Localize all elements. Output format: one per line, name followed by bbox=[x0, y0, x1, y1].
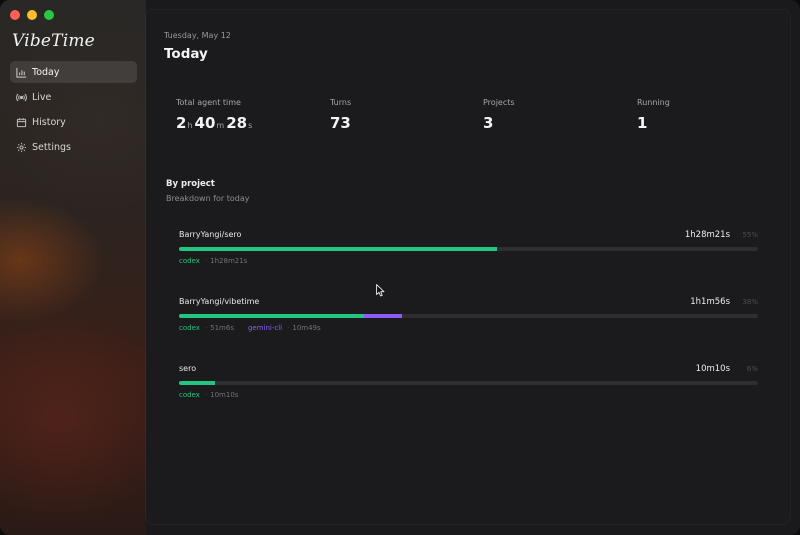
window-controls bbox=[10, 10, 54, 20]
sidebar-item-settings[interactable]: Settings bbox=[10, 136, 137, 158]
hours-unit: h bbox=[187, 121, 193, 130]
stat-label: Turns bbox=[330, 98, 352, 107]
progress-segment-codex bbox=[179, 247, 498, 251]
main-panel: Tuesday, May 12 Today Total agent time 2… bbox=[146, 10, 790, 524]
stat-value: 2h 40m 28s bbox=[176, 114, 254, 132]
app-window: VibeTime Today Live History Settings Tue… bbox=[0, 0, 800, 535]
project-percent: 38% bbox=[742, 298, 758, 306]
stat-projects: Projects 3 bbox=[483, 98, 515, 132]
stat-label: Running bbox=[637, 98, 670, 107]
agent-duration: 51m6s bbox=[210, 324, 234, 332]
stat-total-agent-time: Total agent time 2h 40m 28s bbox=[176, 98, 254, 132]
section-title: By project bbox=[166, 179, 215, 189]
project-name: BarryYangi/sero bbox=[179, 230, 242, 239]
project-total-time: 1h1m56s bbox=[690, 297, 730, 307]
stat-label: Projects bbox=[483, 98, 515, 107]
legend-separator: · bbox=[287, 324, 290, 332]
legend-separator: · bbox=[204, 324, 208, 332]
project-agent-legend: codex · 51m6s gemini-cli · 10m49s bbox=[179, 324, 335, 332]
app-logo: VibeTime bbox=[12, 31, 95, 51]
project-name: sero bbox=[179, 364, 197, 373]
section-subtitle: Breakdown for today bbox=[166, 194, 250, 203]
sidebar-nav: Today Live History Settings bbox=[10, 61, 137, 161]
agent-name: gemini-cli bbox=[247, 324, 283, 332]
project-percent: 6% bbox=[746, 365, 758, 373]
stat-label: Total agent time bbox=[176, 98, 241, 107]
stat-value: 3 bbox=[483, 114, 494, 132]
broadcast-icon bbox=[16, 93, 27, 101]
minutes-unit: m bbox=[216, 121, 225, 130]
project-progress-track bbox=[179, 381, 758, 385]
agent-duration: 10m10s bbox=[210, 391, 239, 399]
agent-name: codex bbox=[179, 257, 200, 265]
sidebar-item-label: Today bbox=[32, 66, 60, 78]
stat-turns: Turns 73 bbox=[330, 98, 351, 132]
sidebar-item-history[interactable]: History bbox=[10, 111, 137, 133]
progress-segment-codex bbox=[179, 381, 216, 385]
progress-segment-gemini-cli bbox=[364, 314, 402, 318]
bar-chart-icon bbox=[16, 67, 27, 78]
zoom-window-button[interactable] bbox=[44, 10, 54, 20]
agent-duration: 10m49s bbox=[292, 324, 321, 332]
minutes-value: 40 bbox=[194, 114, 216, 132]
current-date: Tuesday, May 12 bbox=[164, 31, 231, 40]
project-total-time: 1h28m21s bbox=[684, 230, 730, 240]
progress-segment-codex bbox=[179, 314, 365, 318]
calendar-icon bbox=[16, 117, 27, 127]
project-agent-legend: codex · 1h28m21s bbox=[179, 257, 261, 265]
project-progress-track bbox=[179, 314, 758, 318]
project-name: BarryYangi/vibetime bbox=[179, 297, 260, 306]
seconds-value: 28 bbox=[226, 114, 248, 132]
sidebar: VibeTime Today Live History Settings bbox=[0, 0, 146, 535]
agent-name: codex bbox=[179, 391, 200, 399]
seconds-unit: s bbox=[248, 121, 253, 130]
sidebar-item-label: History bbox=[32, 116, 66, 128]
project-percent: 55% bbox=[742, 231, 758, 239]
sidebar-item-today[interactable]: Today bbox=[10, 61, 137, 83]
page-title: Today bbox=[164, 46, 208, 62]
agent-name: codex bbox=[179, 324, 200, 332]
project-agent-legend: codex · 10m10s bbox=[179, 391, 252, 399]
project-total-time: 10m10s bbox=[695, 364, 730, 374]
agent-duration: 1h28m21s bbox=[210, 257, 248, 265]
stat-value: 73 bbox=[330, 114, 351, 132]
stat-running: Running 1 bbox=[637, 98, 670, 132]
close-window-button[interactable] bbox=[10, 10, 20, 20]
sidebar-item-live[interactable]: Live bbox=[10, 86, 137, 108]
stat-value: 1 bbox=[637, 114, 648, 132]
mouse-cursor-icon bbox=[376, 284, 385, 297]
project-progress-track bbox=[179, 247, 758, 251]
legend-separator: · bbox=[204, 257, 208, 265]
gear-icon bbox=[16, 142, 27, 152]
sidebar-item-label: Settings bbox=[32, 141, 71, 153]
sidebar-item-label: Live bbox=[32, 91, 52, 103]
hours-value: 2 bbox=[176, 114, 187, 132]
minimize-window-button[interactable] bbox=[27, 10, 37, 20]
legend-separator: · bbox=[204, 391, 208, 399]
